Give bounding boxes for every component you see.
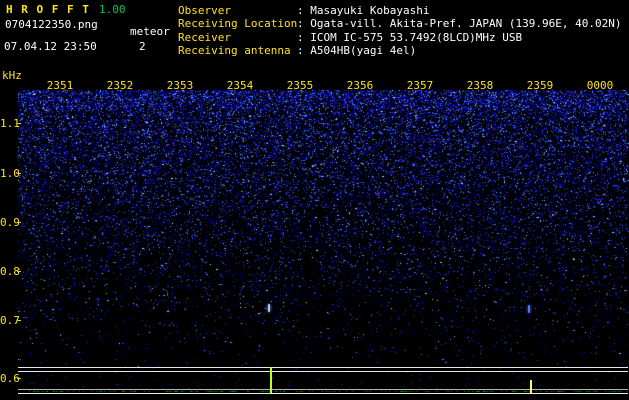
hrofft-output: H R O F F T 1.00 0704122350.png meteor 0… xyxy=(0,0,629,400)
x-axis-tick-label: 2353 xyxy=(166,79,194,92)
x-axis-tick-label: 2352 xyxy=(106,79,134,92)
signal-baseline xyxy=(18,393,628,394)
station-info-row: Receiving antenna : A504HB(yagi 4el) xyxy=(178,45,622,58)
station-info: Observer : Masayuki Kobayashi Receiving Lo… xyxy=(178,5,622,59)
signal-spike xyxy=(530,380,532,393)
x-axis-tick-label: 2359 xyxy=(526,79,554,92)
y-axis-tick-label: 0.9 xyxy=(0,216,20,229)
station-info-row: Receiving Location: Ogata-vill. Akita-Pr… xyxy=(178,18,622,31)
observation-timestamp: 07.04.12 23:50 xyxy=(4,40,97,53)
info-label: Receiving Location xyxy=(178,17,298,31)
x-axis-tick-label: 2356 xyxy=(346,79,374,92)
station-info-row: Receiver : ICOM IC-575 53.7492(8LCD)MHz U… xyxy=(178,32,622,45)
info-label: Receiver xyxy=(178,30,231,44)
meteor-count: 2 xyxy=(139,40,146,53)
x-axis-tick-label: 2354 xyxy=(226,79,254,92)
spectrogram-noise-canvas xyxy=(0,0,629,400)
info-label: Receiving antenna xyxy=(178,44,291,58)
mode-label: meteor xyxy=(130,25,170,38)
y-axis-tick-label: 1.0 xyxy=(0,167,20,180)
app-title: H R O F F T xyxy=(6,3,90,16)
meteor-echo-mark xyxy=(528,305,530,313)
station-info-row: Observer : Masayuki Kobayashi xyxy=(178,5,622,18)
app-version: 1.00 xyxy=(99,3,126,16)
x-axis-tick-label: 2351 xyxy=(46,79,74,92)
info-label: Observer xyxy=(178,4,231,17)
info-value: : ICOM IC-575 53.7492(8LCD)MHz USB xyxy=(297,30,523,44)
x-axis-tick-label: 0000 xyxy=(586,79,614,92)
y-axis-tick-mark xyxy=(17,173,21,174)
y-axis-tick-mark xyxy=(17,123,21,124)
y-axis-unit: kHz xyxy=(2,69,22,82)
y-axis-tick-label: 0.7 xyxy=(0,314,20,327)
y-axis-tick-label: 0.8 xyxy=(0,265,20,278)
signal-level-line xyxy=(18,367,628,368)
signal-level-line xyxy=(18,371,628,372)
meteor-echo-mark xyxy=(268,304,270,312)
y-axis-tick-mark xyxy=(17,320,21,321)
y-axis-tick-mark xyxy=(17,378,21,379)
info-value: : A504HB(yagi 4el) xyxy=(297,44,417,58)
y-axis-tick-mark xyxy=(17,222,21,223)
x-axis-tick-label: 2355 xyxy=(286,79,314,92)
x-axis-tick-label: 2357 xyxy=(406,79,434,92)
x-axis-tick-label: 2358 xyxy=(466,79,494,92)
info-value: : Masayuki Kobayashi xyxy=(297,4,430,17)
y-axis-tick-mark xyxy=(17,271,21,272)
info-value: : Ogata-vill. Akita-Pref. JAPAN (139.96E… xyxy=(297,17,622,31)
signal-spike xyxy=(270,367,272,393)
signal-level-line xyxy=(18,389,628,390)
y-axis-tick-label: 0.6 xyxy=(0,372,20,385)
output-filename: 0704122350.png xyxy=(5,18,98,31)
y-axis-tick-label: 1.1 xyxy=(0,117,20,130)
